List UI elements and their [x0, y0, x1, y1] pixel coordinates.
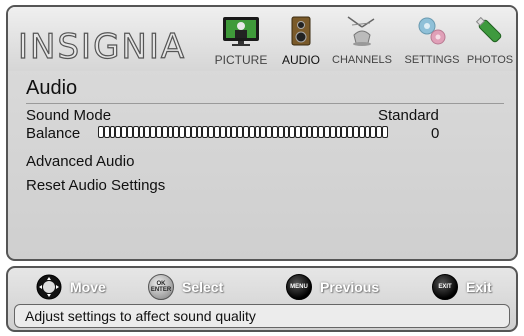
nav-previous-label: Previous: [320, 279, 380, 295]
tv-icon: [223, 17, 259, 46]
sound-mode-value[interactable]: Standard: [378, 107, 439, 124]
nav-select: OK ENTER Select: [148, 274, 223, 300]
exit-button: EXIT: [432, 274, 458, 300]
menu-panel: INSIGNIA PICTURE AUDIO CHANNELS SETTINGS…: [6, 5, 518, 261]
balance-slider[interactable]: [98, 125, 388, 139]
balance-tick: [219, 126, 226, 138]
balance-tick: [155, 126, 162, 138]
tab-photos-label: PHOTOS: [466, 54, 514, 66]
tab-audio[interactable]: AUDIO: [277, 13, 325, 69]
tab-audio-label: AUDIO: [281, 53, 320, 67]
balance-tick: [300, 126, 307, 138]
audio-settings-content: Audio Sound Mode Standard Balance 0 Adva…: [14, 73, 510, 253]
balance-tick: [242, 126, 249, 138]
ok-enter-button: OK ENTER: [148, 274, 174, 300]
help-panel: Move OK ENTER Select MENU Previous EXIT …: [6, 266, 518, 332]
tab-channels[interactable]: CHANNELS: [326, 13, 398, 69]
brand-logo: INSIGNIA: [17, 26, 187, 67]
nav-select-label: Select: [182, 279, 224, 295]
balance-tick: [126, 126, 133, 138]
help-text: Adjust settings to affect sound quality: [14, 304, 510, 328]
balance-tick: [358, 126, 365, 138]
nav-exit-label: Exit: [466, 279, 492, 295]
balance-tick: [271, 126, 278, 138]
balance-tick: [161, 126, 168, 138]
balance-tick: [277, 126, 284, 138]
gears-icon: [418, 17, 446, 45]
nav-move-label: Move: [70, 279, 106, 295]
balance-tick: [184, 126, 191, 138]
tab-settings-label: SETTINGS: [404, 54, 460, 66]
balance-tick: [353, 126, 359, 138]
nav-previous: MENU Previous: [286, 274, 379, 300]
nav-exit: EXIT Exit: [432, 274, 492, 300]
menu-item-sound-mode[interactable]: Sound Mode: [26, 107, 111, 124]
tab-channels-label: CHANNELS: [332, 54, 392, 66]
balance-tick: [132, 126, 139, 138]
button-guide: Move OK ENTER Select MENU Previous EXIT …: [8, 272, 516, 302]
balance-tick: [248, 126, 255, 138]
nav-move: Move: [36, 274, 106, 300]
balance-tick: [329, 126, 336, 138]
dpad-icon: [36, 274, 62, 300]
balance-tick: [98, 126, 104, 138]
menu-item-balance[interactable]: Balance: [26, 125, 80, 142]
tab-picture[interactable]: PICTURE: [208, 13, 274, 69]
antenna-icon: [347, 16, 375, 46]
tab-picture-label: PICTURE: [214, 53, 268, 67]
balance-tick: [190, 126, 197, 138]
menu-item-advanced-audio[interactable]: Advanced Audio: [26, 153, 134, 170]
tab-settings[interactable]: SETTINGS: [400, 13, 464, 69]
menu-header: INSIGNIA PICTURE AUDIO CHANNELS SETTINGS…: [8, 7, 516, 71]
speaker-icon: [291, 16, 311, 46]
balance-tick: [213, 126, 220, 138]
menu-item-reset-audio-settings[interactable]: Reset Audio Settings: [26, 177, 165, 194]
section-title: Audio: [26, 77, 78, 99]
usb-drive-icon: [475, 16, 502, 43]
balance-tick: [382, 126, 388, 138]
balance-value: 0: [431, 125, 440, 142]
title-divider: [26, 103, 504, 104]
tab-photos[interactable]: PHOTOS: [464, 13, 516, 69]
balance-tick: [103, 126, 110, 138]
menu-button: MENU: [286, 274, 312, 300]
